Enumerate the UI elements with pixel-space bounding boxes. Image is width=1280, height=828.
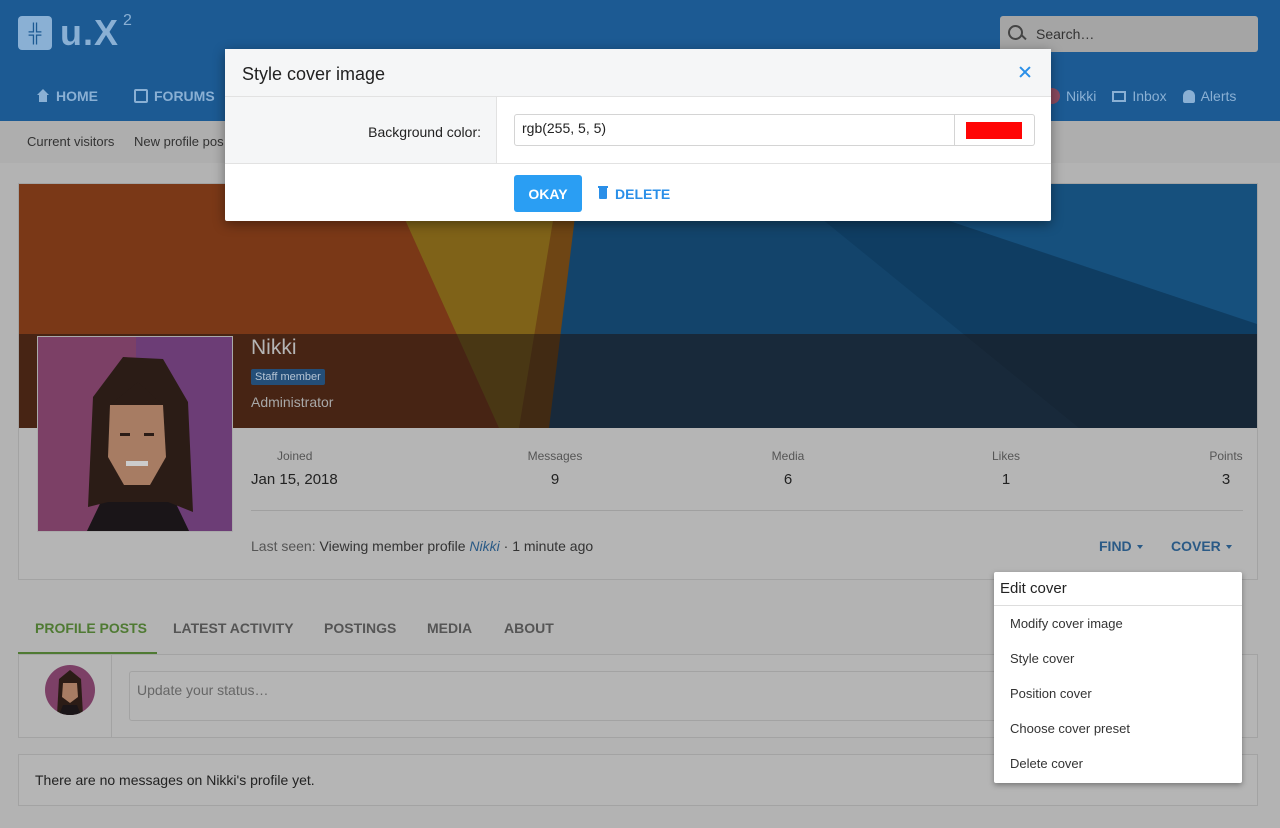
nav-home-label: HOME [56, 88, 98, 104]
subnav-current-visitors[interactable]: Current visitors [27, 134, 114, 149]
color-picker-button[interactable] [955, 114, 1035, 146]
stat-value: 9 [550, 471, 560, 488]
tab-latest-activity[interactable]: LATEST ACTIVITY [173, 620, 294, 636]
last-seen-link[interactable]: Nikki [469, 538, 499, 554]
form-label-column: Background color: [225, 97, 497, 163]
last-seen-time: · 1 minute ago [503, 538, 594, 554]
user-menu[interactable]: Nikki [1044, 88, 1096, 104]
stat-label: Points [1209, 449, 1243, 463]
logo-icon: ╬ [18, 16, 52, 50]
background-color-row: Background color: rgb(255, 5, 5) [225, 97, 1051, 164]
home-icon [36, 89, 50, 103]
cover-button[interactable]: COVER [1171, 538, 1232, 554]
logo-superscript: 2 [123, 12, 132, 29]
last-seen: Last seen: Viewing member profile Nikki … [251, 538, 593, 554]
stat-label: Messages [527, 449, 583, 463]
profile-role: Administrator [251, 394, 334, 410]
stat-points[interactable]: Points 3 [1201, 449, 1251, 488]
stat-messages[interactable]: Messages 9 [519, 449, 591, 488]
dropdown-header: Edit cover [994, 572, 1242, 606]
avatar-illustration [38, 337, 232, 531]
stat-label: Media [771, 449, 805, 463]
tab-postings[interactable]: POSTINGS [324, 620, 396, 636]
forum-icon [134, 89, 148, 103]
nav-forums-label: FORUMS [154, 88, 215, 104]
stat-value: 3 [1221, 471, 1231, 488]
inbox-icon [1112, 90, 1127, 102]
nav-forums[interactable]: FORUMS [134, 84, 215, 108]
color-swatch [966, 122, 1022, 139]
stat-value: 6 [783, 471, 793, 488]
profile-card: Nikki Staff member Administrator Joined … [18, 183, 1258, 580]
background-color-input[interactable]: rgb(255, 5, 5) [514, 114, 955, 146]
last-seen-label: Last seen: [251, 538, 316, 554]
inbox-link[interactable]: Inbox [1112, 88, 1167, 104]
alerts-label: Alerts [1200, 88, 1237, 104]
style-cover-modal: Style cover image Background color: rgb(… [225, 49, 1051, 221]
background-color-label: Background color: [368, 124, 481, 140]
profile-avatar[interactable] [37, 336, 233, 532]
chevron-down-icon [1136, 545, 1143, 550]
alerts-link[interactable]: Alerts [1182, 88, 1237, 104]
status-avatar [45, 665, 95, 715]
chevron-down-icon [1225, 545, 1232, 550]
stat-likes[interactable]: Likes 1 [981, 449, 1031, 488]
modal-header: Style cover image [225, 49, 1051, 97]
menu-item-choose-cover-preset[interactable]: Choose cover preset [994, 711, 1242, 746]
logo-text: u.X [60, 12, 120, 53]
bell-icon [1182, 89, 1195, 103]
profile-name: Nikki [251, 336, 297, 359]
stat-media[interactable]: Media 6 [758, 449, 818, 488]
search-box[interactable]: Search… [1000, 16, 1258, 52]
stat-value: Jan 15, 2018 [251, 471, 338, 488]
menu-item-style-cover[interactable]: Style cover [994, 641, 1242, 676]
avatar-illustration-small [45, 665, 95, 715]
menu-item-modify-cover-image[interactable]: Modify cover image [994, 606, 1242, 641]
tab-about[interactable]: ABOUT [504, 620, 554, 636]
trash-icon [598, 186, 608, 199]
tab-profile-posts[interactable]: PROFILE POSTS [35, 620, 147, 636]
search-input[interactable]: Search… [1036, 26, 1094, 42]
empty-messages-text: There are no messages on Nikki's profile… [35, 772, 315, 788]
user-nav: Nikki Inbox Alerts [1044, 84, 1252, 108]
cover-label: COVER [1171, 538, 1221, 554]
stat-label: Likes [991, 449, 1020, 463]
last-seen-activity: Viewing member profile [319, 538, 466, 554]
menu-item-delete-cover[interactable]: Delete cover [994, 746, 1242, 781]
stats-divider [251, 510, 1243, 511]
subnav-new-profile-posts[interactable]: New profile pos [134, 134, 224, 149]
cover-dropdown-menu: Edit cover Modify cover image Style cove… [994, 572, 1242, 783]
site-logo[interactable]: ╬ u.X 2 [18, 12, 132, 53]
status-separator [111, 655, 112, 737]
stat-value: 1 [1001, 471, 1011, 488]
okay-button[interactable]: OKAY [514, 175, 582, 212]
stat-joined: Joined Jan 15, 2018 [251, 449, 338, 488]
delete-button[interactable]: DELETE [598, 175, 671, 212]
staff-badge: Staff member [251, 369, 325, 385]
search-icon [1008, 25, 1026, 43]
find-label: FIND [1099, 538, 1132, 554]
modal-title: Style cover image [242, 64, 386, 84]
menu-item-position-cover[interactable]: Position cover [994, 676, 1242, 711]
user-name: Nikki [1066, 88, 1097, 104]
find-button[interactable]: FIND [1099, 538, 1143, 554]
tab-media[interactable]: MEDIA [427, 620, 472, 636]
close-icon[interactable] [1018, 65, 1032, 79]
delete-label: DELETE [615, 185, 671, 202]
inbox-label: Inbox [1132, 88, 1167, 104]
nav-home[interactable]: HOME [36, 84, 98, 108]
stat-label: Joined [277, 449, 313, 463]
